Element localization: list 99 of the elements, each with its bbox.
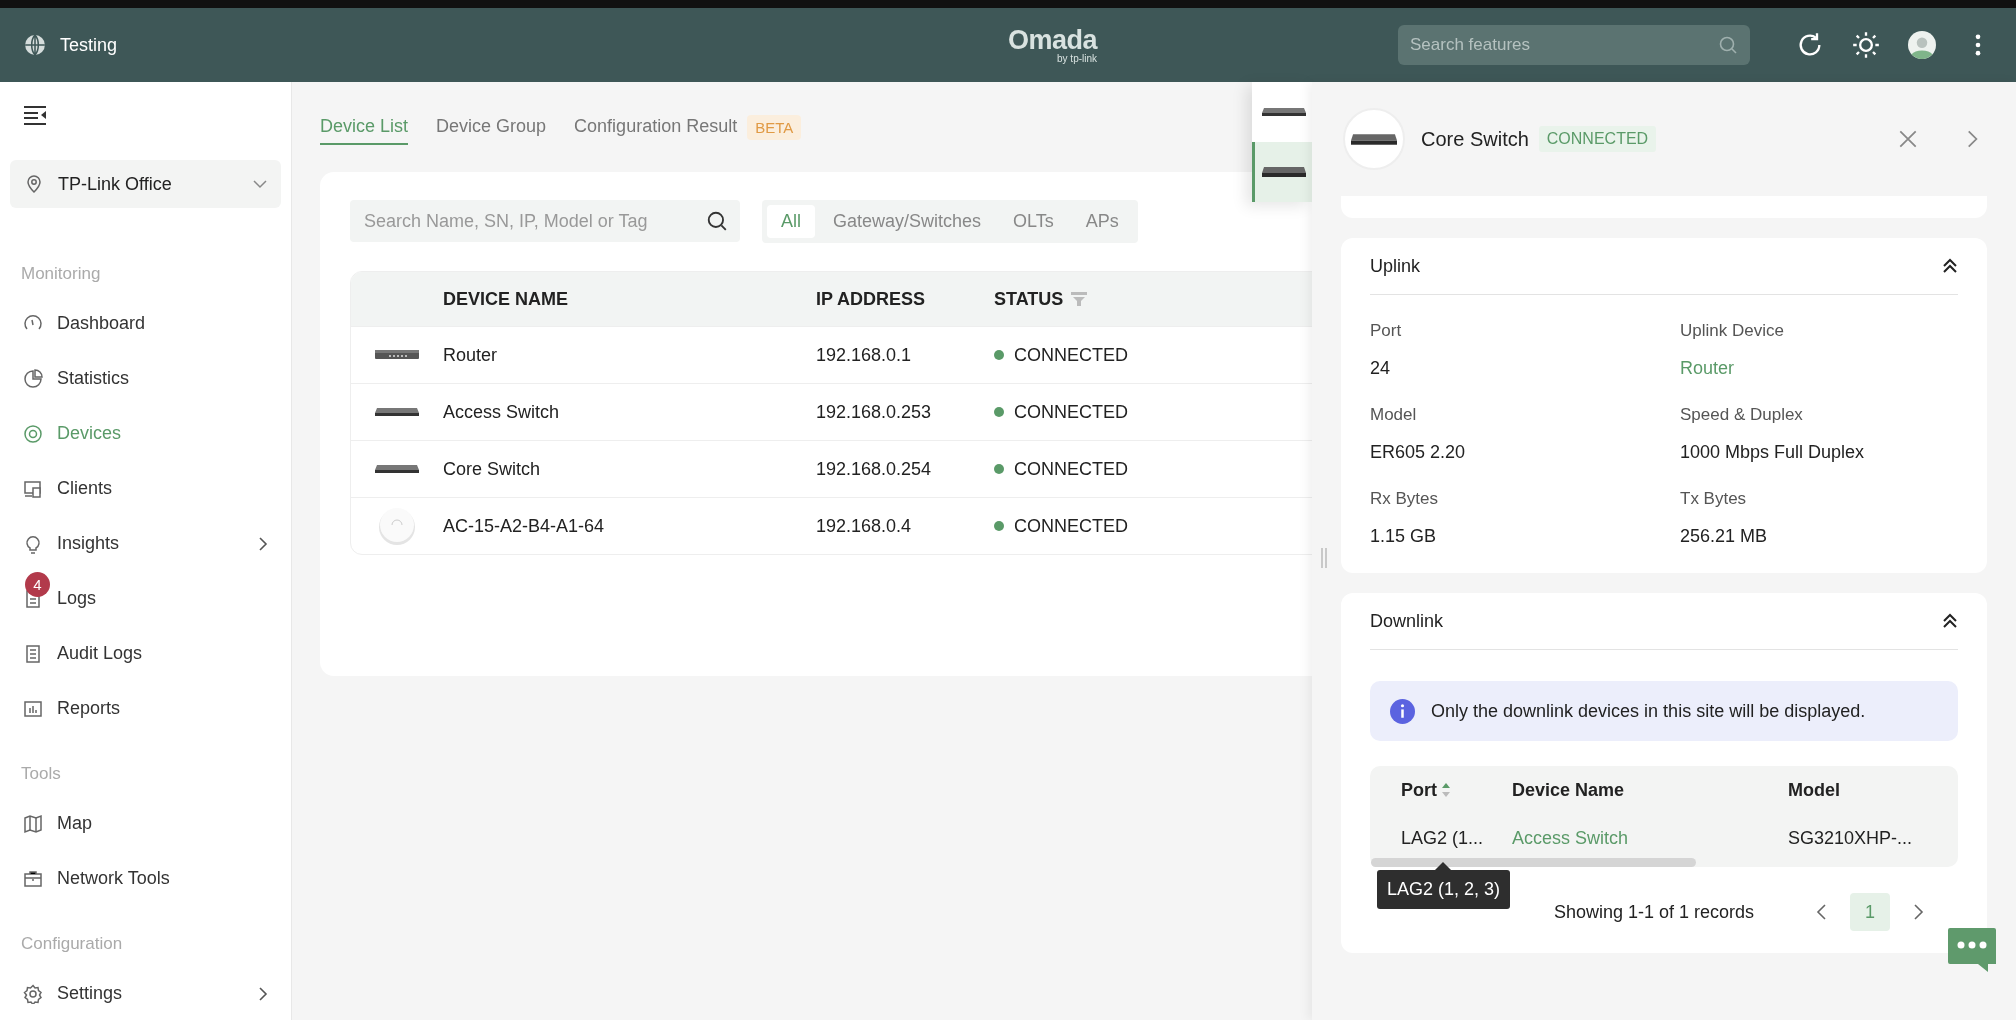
table-cell-text: 192.168.0.253 <box>816 401 933 423</box>
field-value: ER605 2.20 <box>1370 442 1467 463</box>
column-header: Model <box>1788 779 1840 800</box>
table-cell-text: Core Switch <box>443 458 542 480</box>
column-header: Device Name <box>1512 779 1625 800</box>
nav-item[interactable]: Reports <box>10 681 281 736</box>
search-icon <box>1718 35 1738 55</box>
chevron-down-icon <box>253 179 267 189</box>
nav-item[interactable]: Map <box>10 796 281 851</box>
site-selector[interactable]: TP-Link Office <box>10 160 281 208</box>
column-header: DEVICE NAME <box>443 288 568 310</box>
nav-item[interactable]: Statistics <box>10 351 281 406</box>
table-cell-text: 192.168.0.1 <box>816 344 913 366</box>
beta-badge: BETA <box>747 114 802 140</box>
notice-text: Only the downlink devices in this site will be displayed. <box>1431 700 1866 722</box>
bar-chart-icon <box>23 698 43 719</box>
table-cell-text: 192.168.0.254 <box>816 458 933 480</box>
logo: Omada <box>1008 26 1098 54</box>
nav-item[interactable]: Audit Logs <box>10 626 281 681</box>
search-icon <box>706 210 728 232</box>
card-title: Uplink <box>1370 255 1421 277</box>
table-cell-text: Access Switch <box>443 401 561 423</box>
table-cell: CONNECTED <box>1014 401 1128 423</box>
avatar-icon[interactable] <box>1908 31 1936 59</box>
device-thumbnail[interactable] <box>1252 142 1312 202</box>
switch-icon <box>1351 133 1397 145</box>
table-cell-text: AC-15-A2-B4-A1-64 <box>443 515 606 537</box>
nav-item[interactable]: Dashboard <box>10 296 281 351</box>
column-header: IP ADDRESS <box>816 288 926 310</box>
globe-icon <box>24 34 46 56</box>
table-cell: CONNECTED <box>1014 344 1128 366</box>
router-icon <box>375 349 419 361</box>
records-summary: Showing 1-1 of 1 records <box>1553 901 1754 923</box>
double-chevron-up-icon[interactable] <box>1942 258 1958 274</box>
nav-item[interactable]: Network Tools <box>10 851 281 906</box>
notification-badge: 4 <box>25 571 50 597</box>
drawer-title: Core Switch <box>1421 127 1529 151</box>
column-header: Port <box>1401 779 1437 801</box>
search-field[interactable]: Search features <box>1398 25 1750 65</box>
pie-chart-icon <box>23 368 43 389</box>
info-icon <box>1390 698 1415 724</box>
logo-subtitle: by tp-link <box>1057 53 1098 64</box>
table-cell: CONNECTED <box>1014 458 1128 480</box>
scrollbar[interactable] <box>1371 858 1696 867</box>
field-value: 256.21 MB <box>1680 526 1769 547</box>
field-value: 24 <box>1370 358 1392 379</box>
field-value: 1.15 GB <box>1370 526 1438 547</box>
location-pin-icon <box>24 174 44 194</box>
table-cell-text: SG3210XHP-... <box>1788 827 1914 849</box>
tooltip-pointer-icon <box>1435 862 1451 870</box>
toolbox-icon <box>23 868 43 889</box>
field-label: Port <box>1370 321 1403 341</box>
settings-icon <box>23 983 43 1004</box>
status-badge: CONNECTED <box>1538 126 1657 152</box>
access-point-icon <box>377 506 417 546</box>
field-label: Tx Bytes <box>1680 489 1748 509</box>
devices-icon <box>23 478 43 499</box>
map-icon <box>23 813 43 834</box>
double-chevron-up-icon[interactable] <box>1942 613 1958 629</box>
nav-item[interactable]: Settings <box>10 966 281 1020</box>
lightbulb-icon <box>23 533 43 554</box>
chevron-right-icon <box>258 536 268 551</box>
search-field[interactable]: Search Name, SN, IP, Model or Tag <box>350 200 740 242</box>
field-label: Rx Bytes <box>1370 489 1440 509</box>
sun-icon[interactable] <box>1852 31 1880 59</box>
tooltip: LAG2 (1, 2, 3) <box>1377 862 1511 909</box>
resize-handle-icon[interactable] <box>1320 548 1328 568</box>
switch-icon <box>375 408 419 416</box>
table-cell: CONNECTED <box>1014 515 1128 537</box>
switch-icon <box>375 465 419 473</box>
list-icon <box>23 643 43 664</box>
site-name[interactable]: Testing <box>24 34 118 56</box>
column-header[interactable]: STATUS <box>994 288 1088 310</box>
nav-item[interactable]: Insights <box>10 516 281 571</box>
close-icon[interactable] <box>1897 128 1919 150</box>
status-dot-icon <box>994 521 1004 531</box>
field-label: Model <box>1370 405 1418 425</box>
field-value: 1000 Mbps Full Duplex <box>1680 442 1866 463</box>
field-label: Uplink Device <box>1680 321 1785 341</box>
table-cell-text: Router <box>443 344 499 366</box>
section-heading: Tools <box>20 764 62 784</box>
chevron-right-icon <box>258 986 268 1001</box>
tab[interactable]: Device Group <box>436 109 547 145</box>
sort-icon[interactable] <box>1441 782 1451 798</box>
target-icon <box>23 423 43 444</box>
table-cell-text: 192.168.0.4 <box>816 515 913 537</box>
field-label: Speed & Duplex <box>1680 405 1804 425</box>
status-dot-icon <box>994 350 1004 360</box>
card-title: Downlink <box>1370 610 1444 632</box>
status-dot-icon <box>994 464 1004 474</box>
chat-bubble-icon[interactable] <box>1948 928 1996 972</box>
section-heading: Monitoring <box>20 264 102 284</box>
table-cell-text: LAG2 (1... <box>1401 827 1485 849</box>
tab[interactable]: Configuration Result <box>574 109 738 145</box>
nav-item[interactable]: 4 Logs <box>10 571 281 626</box>
section-heading: Configuration <box>20 934 124 954</box>
collapse-menu-icon[interactable] <box>23 105 47 125</box>
nav-item[interactable]: Clients <box>10 461 281 516</box>
status-dot-icon <box>994 407 1004 417</box>
